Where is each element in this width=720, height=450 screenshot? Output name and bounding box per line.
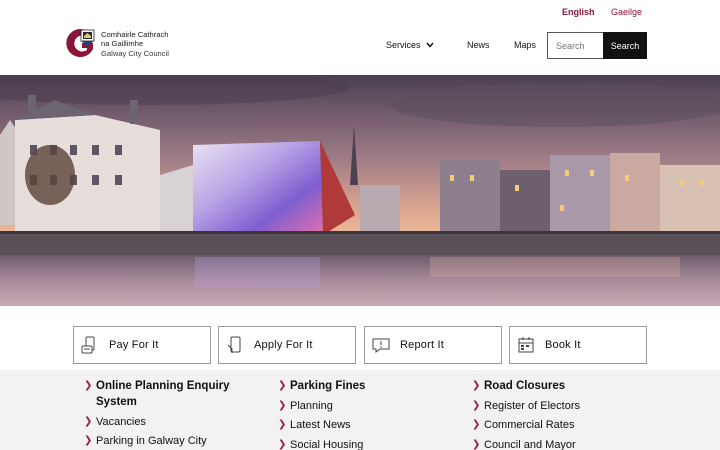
council-crest-icon: [64, 27, 98, 61]
links-column-3: ❯ Road Closures ❯ Register of Electors ❯ Co…: [472, 378, 652, 450]
nav-maps-link[interactable]: Maps: [514, 40, 536, 50]
nav-news-link[interactable]: News: [467, 40, 490, 50]
nav-services-label: Services: [386, 40, 421, 50]
link-latest-news[interactable]: ❯ Latest News: [278, 417, 458, 433]
link-commercial-rates[interactable]: ❯ Commercial Rates: [472, 417, 652, 433]
chevron-right-icon: ❯: [278, 399, 287, 411]
link-parking-galway[interactable]: ❯ Parking in Galway City: [84, 433, 259, 449]
chevron-right-icon: ❯: [472, 380, 481, 391]
chevron-right-icon: ❯: [278, 419, 287, 430]
links-column-2: ❯ Parking Fines ❯ Planning ❯ Latest News ❯ S…: [278, 378, 458, 450]
site-logo[interactable]: Comhairle Cathrach na Gaillimhe Galway C…: [64, 27, 169, 61]
chevron-right-icon: ❯: [278, 380, 287, 391]
quick-link-apply[interactable]: Apply For It: [218, 326, 356, 364]
report-icon: [372, 336, 390, 354]
link-road-closures[interactable]: ❯ Road Closures: [472, 378, 652, 394]
language-english-link[interactable]: English: [562, 7, 595, 17]
quick-link-label: Apply For It: [254, 339, 313, 351]
chevron-down-icon: [425, 40, 434, 50]
quick-link-label: Book It: [545, 339, 581, 351]
language-irish-link[interactable]: Gaeilge: [611, 7, 642, 17]
chevron-right-icon: ❯: [84, 435, 93, 446]
nav-services-dropdown[interactable]: Services: [386, 40, 434, 50]
quick-link-label: Report It: [400, 339, 444, 351]
logo-line-1: Comhairle Cathrach: [101, 30, 169, 40]
link-parking-fines[interactable]: ❯ Parking Fines: [278, 378, 458, 394]
quick-link-label: Pay For It: [109, 339, 159, 351]
logo-text: Comhairle Cathrach na Gaillimhe Galway C…: [101, 30, 169, 58]
quick-link-book[interactable]: Book It: [509, 326, 647, 364]
link-online-planning[interactable]: ❯ Online Planning Enquiry System: [84, 378, 259, 410]
site-header: English Gaeilge Comhairle Cathrach na Ga…: [0, 0, 720, 75]
pay-icon: [81, 336, 99, 354]
search-input[interactable]: [547, 32, 603, 59]
chevron-right-icon: ❯: [472, 438, 481, 450]
chevron-right-icon: ❯: [84, 415, 93, 427]
quick-link-pay[interactable]: Pay For It: [73, 326, 211, 364]
link-council-mayor[interactable]: ❯ Council and Mayor: [472, 437, 652, 450]
chevron-right-icon: ❯: [472, 399, 481, 411]
search-button[interactable]: Search: [603, 32, 647, 59]
logo-line-3: Galway City Council: [101, 48, 169, 58]
links-column-1: ❯ Online Planning Enquiry System ❯ Vacanci…: [84, 378, 259, 450]
quick-link-report[interactable]: Report It: [364, 326, 502, 364]
link-vacancies[interactable]: ❯ Vacancies: [84, 414, 259, 430]
logo-line-2: na Gaillimhe: [101, 39, 144, 49]
chevron-right-icon: ❯: [278, 438, 287, 450]
chevron-right-icon: ❯: [84, 380, 93, 391]
chevron-right-icon: ❯: [472, 419, 481, 430]
apply-icon: [226, 336, 244, 354]
link-social-housing[interactable]: ❯ Social Housing: [278, 437, 458, 450]
link-register-electors[interactable]: ❯ Register of Electors: [472, 398, 652, 414]
link-planning[interactable]: ❯ Planning: [278, 398, 458, 414]
hero-image: [0, 75, 720, 306]
book-icon: [517, 336, 535, 354]
